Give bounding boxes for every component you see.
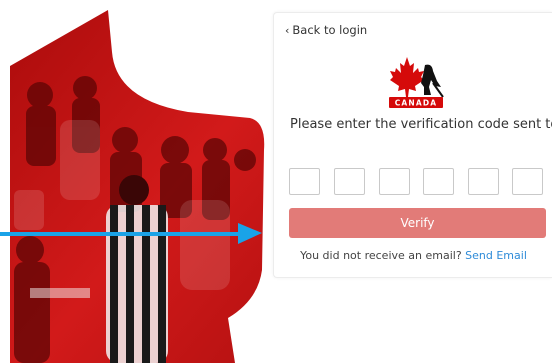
chevron-left-icon: ‹ <box>285 23 290 37</box>
code-digit-1[interactable] <box>289 168 320 195</box>
back-to-login-link[interactable]: ‹ Back to login <box>285 23 367 37</box>
resend-text: You did not receive an email? <box>300 249 462 262</box>
code-digit-4[interactable] <box>423 168 454 195</box>
code-digit-2[interactable] <box>334 168 365 195</box>
logo-text: CANADA <box>395 99 438 108</box>
send-email-link[interactable]: Send Email <box>465 249 527 262</box>
verification-card: ‹ Back to login CANADA Please enter the … <box>273 12 552 278</box>
hockey-canada-logo: CANADA <box>389 57 444 108</box>
back-to-login-label: Back to login <box>292 23 368 37</box>
code-digit-6[interactable] <box>512 168 543 195</box>
verification-prompt: Please enter the verification code sent … <box>290 117 552 132</box>
code-digit-3[interactable] <box>379 168 410 195</box>
resend-row: You did not receive an email? Send Email <box>274 249 552 262</box>
hero-photo <box>0 10 265 363</box>
code-digit-5[interactable] <box>468 168 499 195</box>
verify-button[interactable]: Verify <box>289 208 546 238</box>
